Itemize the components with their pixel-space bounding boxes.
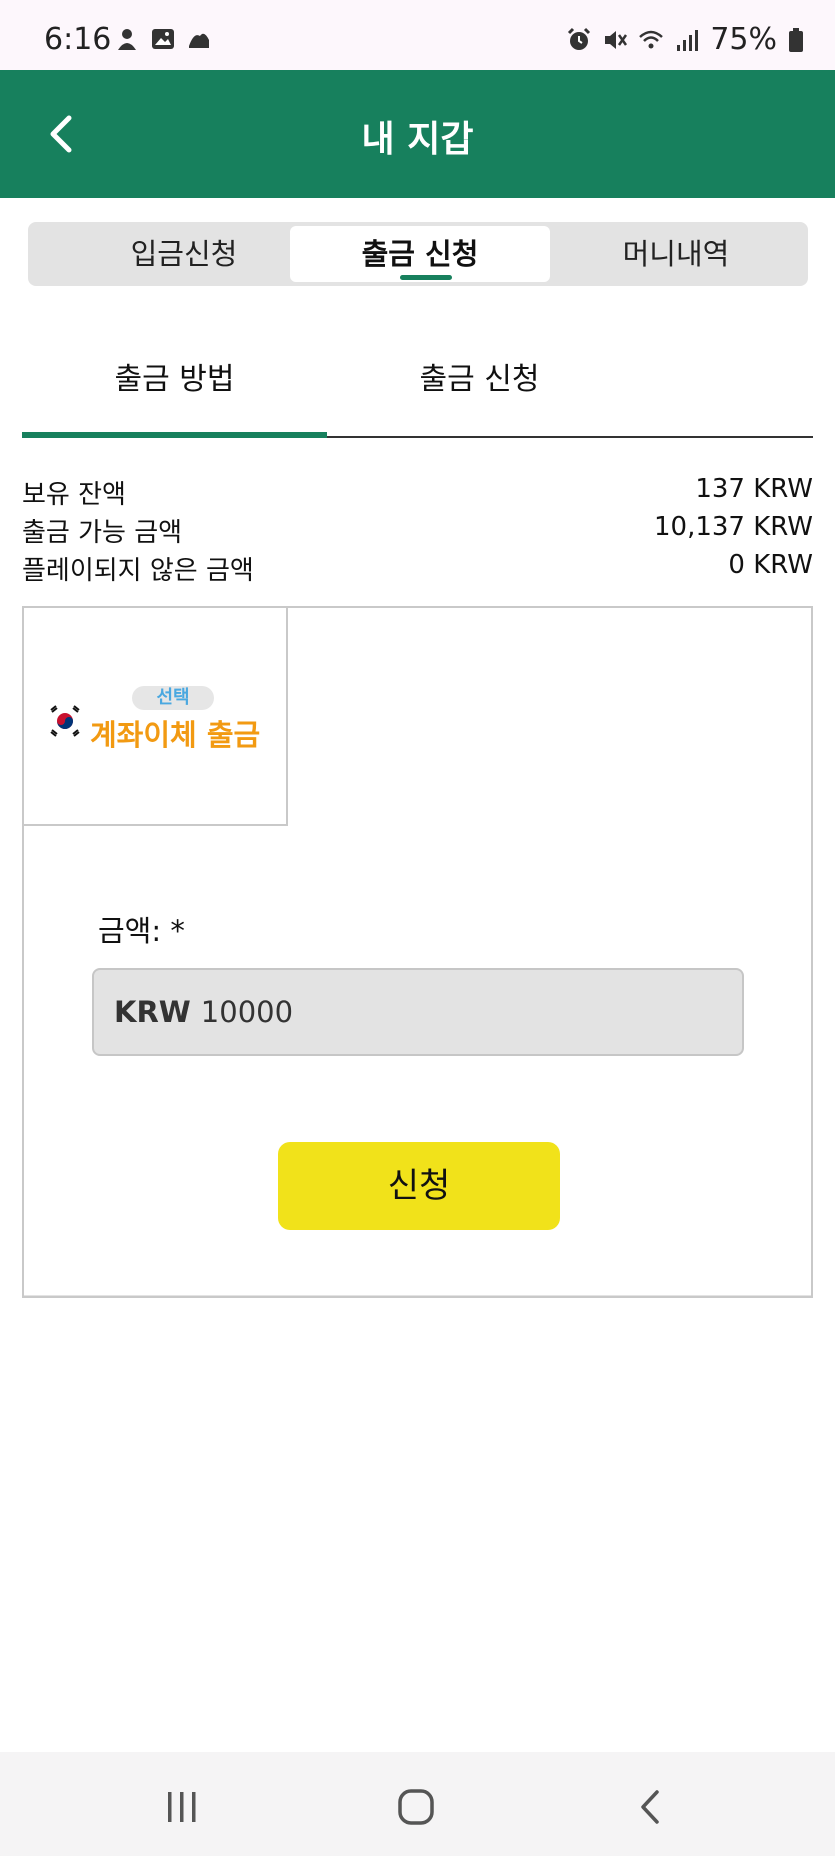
signal-icon (677, 29, 699, 51)
submit-button[interactable]: 신청 (278, 1142, 560, 1230)
withdraw-sub-tabs: 출금 방법 출금 신청 (22, 340, 813, 438)
withdraw-panel: 선택 계좌이체 출금 금액: * KRW 10000 신청 (22, 606, 813, 1298)
system-nav-bar (0, 1752, 835, 1856)
balance-row-unplayed: 플레이되지 않은 금액 0 KRW (22, 550, 813, 588)
method-select-badge: 선택 (132, 686, 214, 710)
tab-deposit-request[interactable]: 입금신청 (54, 226, 314, 282)
battery-percent: 75% (710, 22, 777, 57)
balance-label: 출금 가능 금액 (22, 518, 183, 548)
tab-withdraw-label: 출금 신청 (361, 237, 479, 271)
status-bar: 6:16 75% (0, 0, 835, 70)
recent-apps-icon (168, 1792, 196, 1822)
system-back-button[interactable] (620, 1782, 680, 1832)
sub-tab-active-indicator (22, 432, 327, 438)
gallery-icon (152, 29, 174, 49)
back-arrow-icon (641, 1790, 659, 1824)
page-title: 내 지갑 (361, 119, 474, 160)
method-bank-transfer-card[interactable]: 선택 계좌이체 출금 (24, 608, 288, 826)
wifi-icon (639, 30, 664, 48)
panel-divider (24, 1295, 811, 1296)
notification-app-icon (118, 29, 136, 50)
balance-label: 플레이되지 않은 금액 (22, 556, 254, 586)
status-system-icons: 75% (566, 22, 805, 57)
active-tab-indicator (400, 275, 452, 280)
amount-currency: KRW (114, 995, 191, 1029)
balance-label: 보유 잔액 (22, 480, 126, 510)
status-notification-icons (114, 26, 212, 52)
home-icon (398, 1789, 434, 1825)
amount-label: 금액: * (98, 914, 185, 948)
sub-tab-withdraw-method[interactable]: 출금 방법 (22, 354, 327, 398)
home-button[interactable] (386, 1782, 446, 1832)
tab-money-history[interactable]: 머니내역 (546, 226, 806, 282)
alarm-icon (568, 27, 591, 50)
balance-value: 10,137 KRW (653, 512, 813, 542)
battery-icon (789, 27, 803, 52)
sub-tab-withdraw-request[interactable]: 출금 신청 (327, 354, 632, 398)
balance-value: 0 KRW (728, 550, 813, 580)
wallet-tabs: 입금신청 출금 신청 머니내역 (28, 222, 808, 286)
app-header: 내 지갑 (0, 70, 835, 198)
balance-row-withdrawable: 출금 가능 금액 10,137 KRW (22, 512, 813, 550)
korea-flag-icon (50, 705, 80, 737)
balance-summary: 보유 잔액 137 KRW 출금 가능 금액 10,137 KRW 플레이되지 … (22, 474, 813, 588)
balance-row-held: 보유 잔액 137 KRW (22, 474, 813, 512)
method-label: 계좌이체 출금 (90, 718, 261, 752)
balance-value: 137 KRW (695, 474, 813, 504)
sleep-mode-icon (189, 33, 209, 48)
amount-input[interactable]: KRW 10000 (92, 968, 744, 1056)
amount-value: 10000 (200, 995, 294, 1029)
mute-icon (605, 30, 628, 49)
recent-apps-button[interactable] (152, 1782, 212, 1832)
status-time: 6:16 (44, 22, 112, 57)
tab-withdraw-request[interactable]: 출금 신청 (290, 226, 550, 282)
